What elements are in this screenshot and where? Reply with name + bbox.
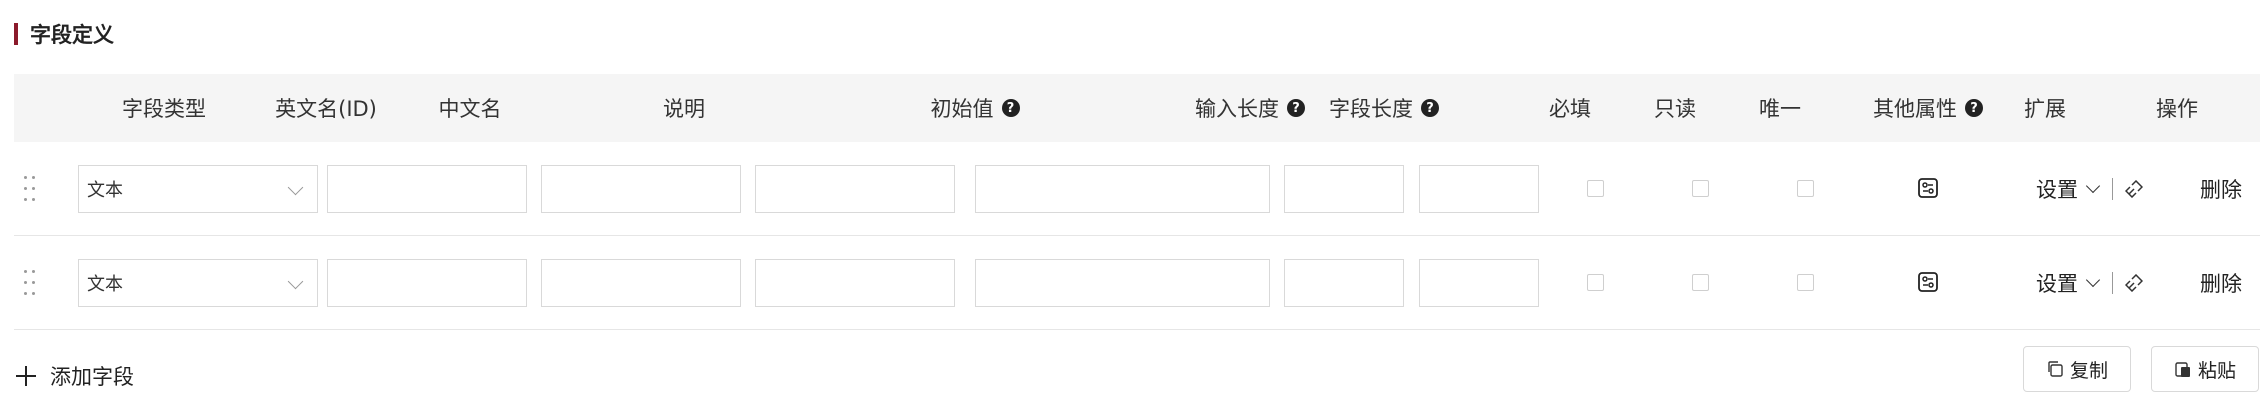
extension-settings-dropdown[interactable]: 设置 <box>2036 268 2078 298</box>
header-field-length: 字段长度? <box>1314 74 1454 142</box>
field-length-input[interactable] <box>1419 165 1539 213</box>
section-title-text: 字段定义 <box>30 23 114 47</box>
header-input-length: 输入长度? <box>1180 74 1320 142</box>
english-name-input[interactable] <box>327 165 527 213</box>
paste-button[interactable]: 粘贴 <box>2151 346 2259 392</box>
required-checkbox[interactable] <box>1587 180 1604 197</box>
header-required: 必填 <box>1549 97 1591 121</box>
paste-icon <box>2175 362 2190 377</box>
link-icon[interactable] <box>2125 274 2143 292</box>
field-type-select[interactable]: 文本 <box>78 165 318 213</box>
delete-button[interactable]: 删除 <box>2200 266 2242 300</box>
header-unique: 唯一 <box>1759 97 1801 121</box>
table-row: 文本 设置 删除 <box>14 142 2260 236</box>
header-extension: 扩展 <box>2024 97 2066 121</box>
chevron-down-icon <box>287 179 304 196</box>
help-icon[interactable]: ? <box>1001 99 1020 117</box>
required-checkbox[interactable] <box>1587 274 1604 291</box>
extension-controls: 设置 <box>2036 172 2143 206</box>
help-icon[interactable]: ? <box>1965 99 1983 117</box>
link-icon[interactable] <box>2125 180 2143 198</box>
table-header: 字段类型 英文名(ID) 中文名 说明 初始值? 输入长度? 字段长度? 必填 … <box>14 74 2260 142</box>
header-initial-value: 初始值? <box>830 74 1120 142</box>
chinese-name-input[interactable] <box>541 259 741 307</box>
extension-controls: 设置 <box>2036 266 2143 300</box>
attributes-settings-icon[interactable] <box>1917 177 1939 199</box>
description-input[interactable] <box>755 259 955 307</box>
chevron-down-icon <box>287 273 304 290</box>
input-length-input[interactable] <box>1284 165 1404 213</box>
help-icon[interactable]: ? <box>1421 99 1439 117</box>
chinese-name-input[interactable] <box>541 165 741 213</box>
initial-value-input[interactable] <box>975 165 1270 213</box>
copy-icon <box>2048 361 2063 377</box>
header-chinese-name: 中文名 <box>438 97 502 121</box>
extension-settings-dropdown[interactable]: 设置 <box>2036 174 2078 204</box>
readonly-checkbox[interactable] <box>1692 180 1709 197</box>
divider <box>2112 272 2113 294</box>
unique-checkbox[interactable] <box>1797 274 1814 291</box>
help-icon[interactable]: ? <box>1287 99 1305 117</box>
description-input[interactable] <box>755 165 955 213</box>
table-row: 文本 设置 删除 <box>14 236 2260 330</box>
paste-label: 粘贴 <box>2197 359 2236 382</box>
chevron-down-icon[interactable] <box>2085 178 2101 194</box>
field-type-select[interactable]: 文本 <box>78 259 318 307</box>
copy-button[interactable]: 复制 <box>2023 346 2131 392</box>
section-title-accent-bar <box>14 23 18 45</box>
header-description: 说明 <box>663 97 705 121</box>
chevron-down-icon[interactable] <box>2085 272 2101 288</box>
readonly-checkbox[interactable] <box>1692 274 1709 291</box>
attributes-settings-icon[interactable] <box>1917 271 1939 293</box>
english-name-input[interactable] <box>327 259 527 307</box>
header-other-attributes: 其他属性? <box>1848 74 2008 142</box>
delete-button[interactable]: 删除 <box>2200 172 2242 206</box>
copy-label: 复制 <box>2069 359 2108 382</box>
drag-handle-icon[interactable] <box>24 270 38 296</box>
divider <box>2112 178 2113 200</box>
header-actions: 操作 <box>2156 97 2198 121</box>
add-field-label: 添加字段 <box>50 365 134 389</box>
add-field-button[interactable]: 添加字段 <box>16 358 134 394</box>
plus-icon <box>16 366 36 386</box>
input-length-input[interactable] <box>1284 259 1404 307</box>
drag-handle-icon[interactable] <box>24 176 38 202</box>
unique-checkbox[interactable] <box>1797 180 1814 197</box>
initial-value-input[interactable] <box>975 259 1270 307</box>
field-length-input[interactable] <box>1419 259 1539 307</box>
section-title: 字段定义 <box>14 20 114 48</box>
header-readonly: 只读 <box>1654 97 1696 121</box>
